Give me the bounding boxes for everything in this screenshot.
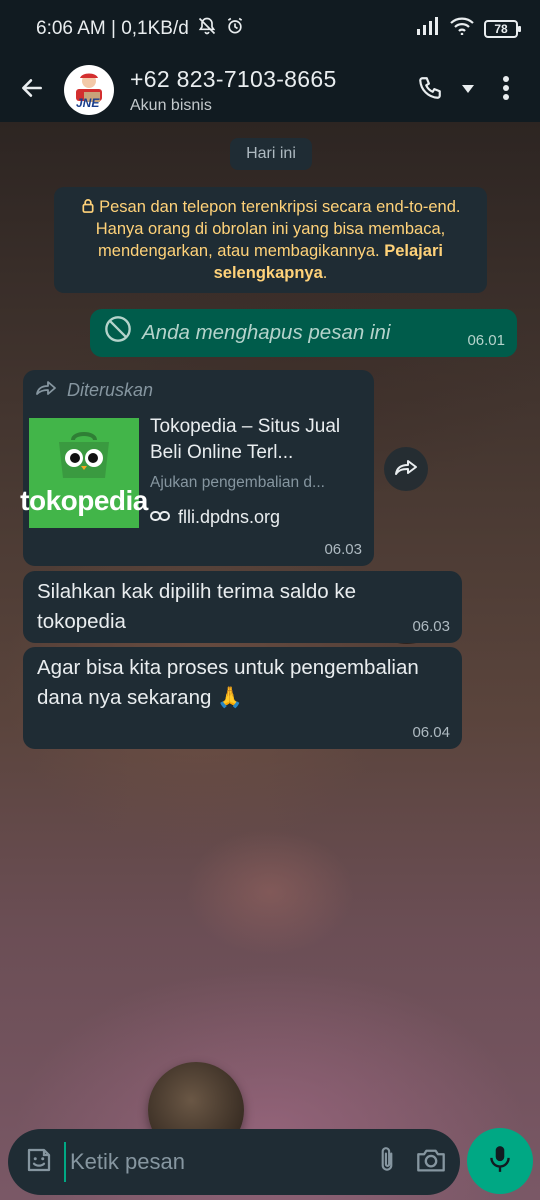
battery-indicator: 78 [484, 20, 521, 38]
message-text: Silahkan kak dipilih terima saldo ke tok… [37, 580, 357, 633]
caret-down-icon [461, 81, 475, 99]
microphone-icon [487, 1144, 513, 1179]
link-title[interactable]: Tokopedia – Situs Jual Beli Online Terl.… [150, 414, 360, 466]
link-url[interactable]: flli.dpdns.org [150, 502, 280, 532]
arrow-left-icon [19, 75, 45, 106]
thumbnail-brand-text: tokopedia [20, 485, 148, 516]
header-actions [410, 66, 540, 114]
message-time: 06.03 [324, 541, 362, 558]
more-options-button[interactable] [486, 66, 526, 114]
status-left: 6:06 AM | 0,1KB/d [36, 16, 245, 42]
status-right: 78 [416, 17, 521, 41]
tokopedia-owl-icon [59, 432, 109, 478]
camera-icon [416, 1147, 446, 1178]
avatar[interactable]: JNE [64, 65, 114, 115]
date-divider: Hari ini [230, 138, 312, 170]
link-url-text: flli.dpdns.org [178, 507, 281, 527]
voice-call-button[interactable] [410, 66, 450, 114]
emoji-button[interactable] [24, 1145, 54, 1179]
link-preview-thumbnail[interactable]: tokopedia [20, 418, 148, 528]
wifi-icon [450, 17, 474, 41]
message-time: 06.03 [412, 618, 450, 635]
message-time: 06.04 [412, 724, 450, 741]
contact-name: +62 823-7103-8665 [130, 65, 337, 92]
camera-button[interactable] [416, 1142, 446, 1182]
blocked-icon [104, 315, 132, 352]
forwarded-link-bubble[interactable]: Diteruskan tokopedia Tokopedia – Situs J… [20, 370, 374, 566]
message-text: Agar bisa kita proses untuk pengembalian… [37, 656, 419, 709]
voice-message-button[interactable] [467, 1128, 533, 1194]
bell-off-icon [197, 16, 217, 42]
alarm-icon [225, 16, 245, 42]
encryption-notice[interactable]: Pesan dan telepon terenkripsi secara end… [54, 187, 487, 293]
sticker-emoji-icon [24, 1145, 54, 1180]
incoming-message-bubble[interactable]: Silahkan kak dipilih terima saldo ke tok… [23, 571, 462, 643]
call-options-dropdown[interactable] [456, 66, 480, 114]
status-time: 6:06 AM | 0,1KB/d [36, 18, 189, 39]
link-icon [150, 502, 170, 532]
message-time: 06.01 [467, 332, 505, 349]
forwarded-text: Diteruskan [67, 380, 154, 400]
more-vertical-icon [502, 75, 510, 106]
deleted-message-bubble[interactable]: Anda menghapus pesan ini 06.01 [90, 309, 517, 357]
deleted-message-text: Anda menghapus pesan ini [142, 321, 391, 344]
forwarded-label: Diteruskan [35, 375, 153, 405]
attach-button[interactable] [372, 1142, 402, 1182]
back-button[interactable] [0, 58, 64, 122]
chat-header: JNE +62 823-7103-8665 Akun bisnis [0, 58, 540, 122]
paperclip-icon [374, 1145, 400, 1180]
message-composer [8, 1129, 460, 1195]
avatar-logo-text: JNE [76, 96, 100, 110]
status-bar: 6:06 AM | 0,1KB/d 78 [0, 0, 540, 58]
signal-icon [416, 17, 440, 41]
forward-share-button[interactable] [384, 447, 428, 491]
contact-info[interactable]: +62 823-7103-8665 Akun bisnis [130, 66, 337, 115]
incoming-message-bubble[interactable]: Agar bisa kita proses untuk pengembalian… [23, 647, 462, 749]
contact-subtitle: Akun bisnis [130, 96, 212, 114]
message-input[interactable] [64, 1142, 358, 1182]
phone-icon [417, 75, 443, 106]
forward-icon [35, 375, 57, 405]
link-description: Ajukan pengembalian d... [150, 474, 325, 491]
share-forward-icon [394, 458, 418, 481]
lock-icon [81, 198, 100, 216]
